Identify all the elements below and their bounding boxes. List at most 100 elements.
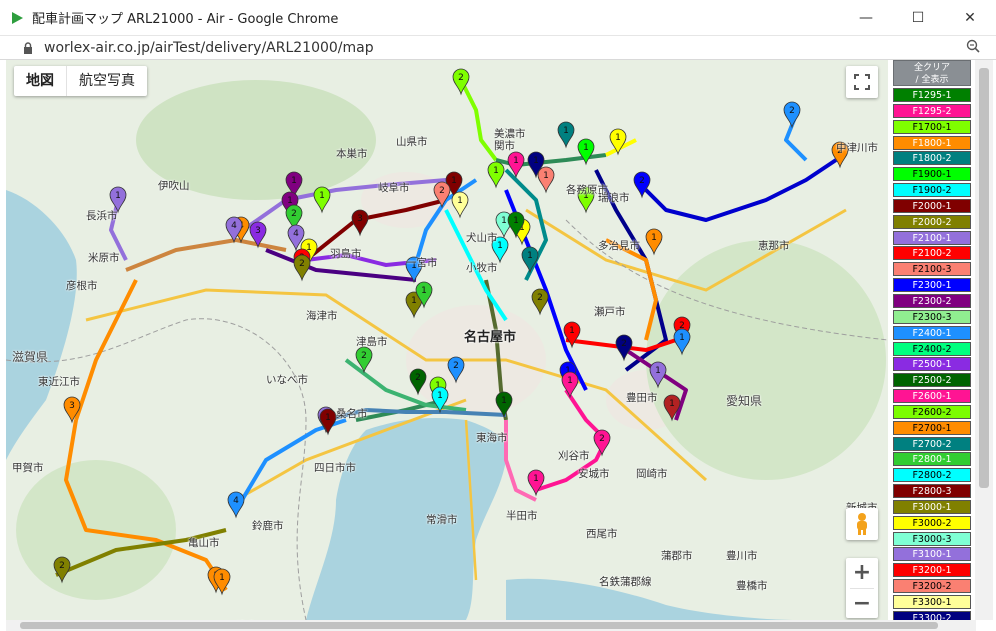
close-button[interactable]: ✕ (944, 0, 996, 36)
zoom-in-button[interactable]: + (846, 558, 878, 588)
map-graphics[interactable]: 1211111111211112443412231112211211143211… (6, 60, 888, 620)
route-stop-pin[interactable]: 1 (537, 166, 555, 194)
route-toggle-button[interactable]: F2100-1 (893, 230, 971, 245)
svg-text:1: 1 (513, 156, 519, 166)
route-stop-pin[interactable]: 2 (615, 334, 633, 362)
route-stop-pin[interactable]: 3 (351, 209, 369, 237)
map-place-label: 甲賀市 (12, 462, 44, 474)
route-toggle-button[interactable]: F3300-2 (893, 610, 971, 620)
route-toggle-button[interactable]: F3200-2 (893, 579, 971, 594)
svg-text:2: 2 (453, 361, 459, 371)
route-toggle-button[interactable]: F3100-1 (893, 547, 971, 562)
map-type-map-button[interactable]: 地図 (14, 66, 67, 96)
svg-text:1: 1 (679, 333, 685, 343)
map-place-label: 岐阜市 (378, 182, 410, 194)
route-stop-pin[interactable]: 1 (319, 408, 337, 436)
route-toggle-button[interactable]: F1800-2 (893, 151, 971, 166)
svg-text:1: 1 (651, 233, 657, 243)
svg-text:1: 1 (451, 176, 457, 186)
route-toggle-button[interactable]: F2800-2 (893, 468, 971, 483)
map-place-label: 豊川市 (726, 550, 758, 562)
svg-text:1: 1 (615, 133, 621, 143)
route-toggle-button[interactable]: F3000-2 (893, 515, 971, 530)
map-place-label: 四日市市 (314, 462, 356, 474)
horizontal-scrollbar[interactable] (6, 620, 976, 631)
route-stop-pin[interactable]: 1 (577, 138, 595, 166)
map-place-label: 滋賀県 (12, 350, 49, 364)
route-toggle-button[interactable]: F1900-1 (893, 167, 971, 182)
route-stop-pin[interactable]: 1 (487, 161, 505, 189)
street-view-pegman[interactable] (846, 508, 878, 540)
route-toggle-button[interactable]: F2000-1 (893, 198, 971, 213)
route-toggle-button[interactable]: F1295-2 (893, 103, 971, 118)
route-toggle-button[interactable]: F3300-1 (893, 595, 971, 609)
route-stop-pin[interactable]: 1 (561, 371, 579, 399)
route-toggle-button[interactable]: F2000-2 (893, 214, 971, 229)
route-toggle-button[interactable]: F1900-2 (893, 183, 971, 198)
vertical-scrollbar[interactable] (975, 60, 993, 620)
route-toggle-button[interactable]: F2700-2 (893, 436, 971, 451)
svg-text:1: 1 (533, 474, 539, 484)
map-place-label: 米原市 (88, 252, 120, 264)
route-toggle-button[interactable]: F2500-2 (893, 373, 971, 388)
maximize-button[interactable]: ☐ (892, 0, 944, 36)
map-type-satellite-button[interactable]: 航空写真 (67, 66, 147, 96)
svg-text:2: 2 (415, 373, 421, 383)
map-place-label: 愛知県 (726, 394, 763, 408)
minimize-button[interactable]: — (840, 0, 892, 36)
route-toggle-button[interactable]: F3000-1 (893, 499, 971, 514)
map-place-label: 豊橋市 (736, 580, 768, 592)
map-place-label: 半田市 (506, 510, 538, 522)
route-toggle-button[interactable]: F3200-1 (893, 563, 971, 578)
route-toggle-button[interactable]: F3000-3 (893, 531, 971, 546)
horizontal-scroll-thumb[interactable] (20, 622, 938, 629)
svg-text:1: 1 (655, 366, 661, 376)
route-toggle-button[interactable]: F2700-1 (893, 420, 971, 435)
route-stop-pin[interactable]: 2 (293, 254, 311, 282)
route-toggle-button[interactable]: F2100-3 (893, 262, 971, 277)
svg-text:1: 1 (115, 191, 121, 201)
route-stop-pin[interactable]: 2 (531, 288, 549, 316)
map-place-label: 瑞浪市 (598, 192, 630, 204)
route-stop-pin[interactable]: 2 (783, 101, 801, 129)
route-stop-pin[interactable]: 1 (451, 191, 469, 219)
clear-all-label-2: / 全表示 (915, 75, 949, 85)
route-toggle-button[interactable]: F2300-2 (893, 293, 971, 308)
route-stop-pin[interactable]: 1 (313, 186, 331, 214)
route-toggle-button[interactable]: F2800-1 (893, 452, 971, 467)
address-bar[interactable]: worlex-air.co.jp/airTest/delivery/ARL210… (0, 36, 996, 60)
route-toggle-button[interactable]: F2500-1 (893, 357, 971, 372)
map-place-label: 豊田市 (626, 392, 658, 404)
map-place-label: 一宮市 (406, 257, 438, 269)
svg-text:1: 1 (533, 156, 539, 166)
route-toggle-button[interactable]: F2100-2 (893, 246, 971, 261)
route-toggle-button[interactable]: F2600-2 (893, 404, 971, 419)
route-stop-pin[interactable]: 1 (527, 469, 545, 497)
route-toggle-button[interactable]: F2300-3 (893, 309, 971, 324)
route-toggle-button[interactable]: F1295-1 (893, 88, 971, 102)
route-toggle-button[interactable]: F1800-1 (893, 135, 971, 150)
zoom-out-button[interactable]: − (846, 589, 878, 619)
svg-text:2: 2 (439, 186, 445, 196)
route-stop-pin[interactable]: 2 (593, 429, 611, 457)
route-stop-pin[interactable]: 1 (645, 228, 663, 256)
route-toggle-button[interactable]: F1700-1 (893, 119, 971, 134)
route-toggle-button[interactable]: F2400-2 (893, 341, 971, 356)
fullscreen-button[interactable] (846, 66, 878, 98)
app-play-icon (12, 11, 23, 24)
url-text[interactable]: worlex-air.co.jp/airTest/delivery/ARL210… (44, 40, 374, 56)
svg-text:4: 4 (293, 229, 299, 239)
route-toggle-button[interactable]: F2400-1 (893, 325, 971, 340)
route-toggle-button[interactable]: F2800-3 (893, 484, 971, 499)
route-sidebar: 全クリア / 全表示 F1295-1 F1295-2 F1700-1 F1800-1 F… (893, 60, 973, 620)
svg-text:1: 1 (563, 126, 569, 136)
vertical-scroll-thumb[interactable] (979, 68, 989, 488)
zoom-icon[interactable] (966, 39, 980, 53)
route-stop-pin[interactable]: 1 (557, 121, 575, 149)
map-canvas[interactable]: 1211111111211112443412231112211211143211… (6, 60, 888, 620)
route-toggle-button[interactable]: F2600-1 (893, 389, 971, 404)
route-toggle-button[interactable]: F2300-1 (893, 278, 971, 293)
svg-text:1: 1 (457, 196, 463, 206)
clear-all-button[interactable]: 全クリア / 全表示 (893, 60, 971, 86)
route-stop-pin[interactable]: 4 (227, 491, 245, 519)
